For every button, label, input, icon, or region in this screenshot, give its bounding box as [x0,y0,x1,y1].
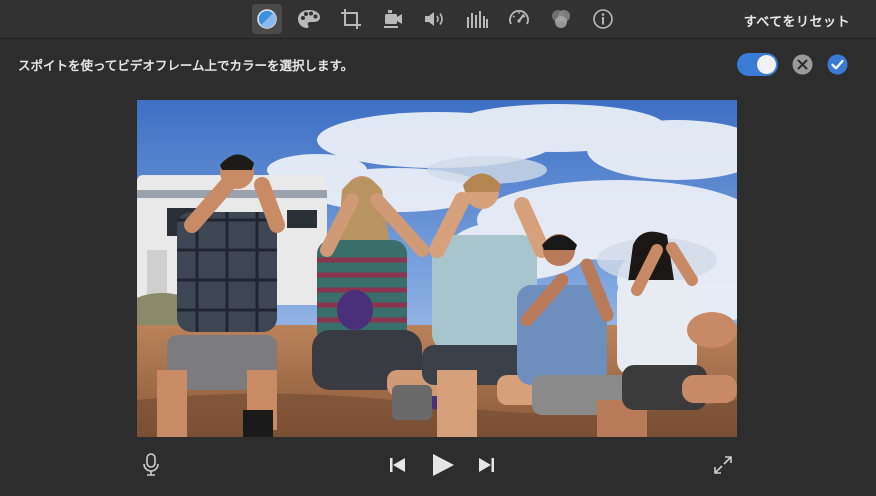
speed-icon [509,10,529,25]
voiceover-button[interactable] [142,453,160,481]
reset-all-button[interactable]: すべてをリセット [744,11,850,30]
volume-button[interactable] [420,4,450,34]
skip-forward-button[interactable] [477,457,495,477]
noise-reduction-equalizer-icon [467,11,488,28]
confirm-button[interactable] [827,54,848,75]
stabilization-button[interactable] [378,4,408,34]
stabilization-icon [384,10,402,28]
video-frame-image [137,100,737,437]
play-button[interactable] [431,453,455,481]
close-icon [792,54,813,75]
color-balance-toggle[interactable] [737,53,778,76]
play-icon [433,454,454,476]
clip-filter-button[interactable] [546,4,576,34]
volume-icon [425,12,443,26]
color-balance-button[interactable] [252,4,282,34]
video-viewer[interactable] [137,100,737,437]
toggle-knob [757,55,776,74]
fullscreen-button[interactable] [713,455,733,479]
checkmark-icon [827,54,848,75]
crop-icon [341,9,361,29]
adjustment-toolbar: すべてをリセット [0,0,876,39]
color-balance-icon [257,9,277,29]
color-correction-button[interactable] [294,4,324,34]
instruction-text: スポイトを使ってビデオフレーム上でカラーを選択します。 [18,58,354,73]
skip-back-button[interactable] [389,457,407,477]
imovie-viewer-window: すべてをリセット スポイトを使ってビデオフレーム上でカラーを選択します。 [0,0,876,496]
clip-filter-icon [552,10,570,28]
skip-forward-icon [479,458,494,472]
info-button[interactable] [588,4,618,34]
speed-button[interactable] [504,4,534,34]
info-icon [593,9,613,29]
cancel-button[interactable] [792,54,813,75]
fullscreen-icon [714,456,732,474]
skip-back-icon [390,458,405,472]
color-correction-icon [298,10,320,28]
microphone-icon [143,453,159,476]
crop-button[interactable] [336,4,366,34]
equalizer-button[interactable] [462,4,492,34]
